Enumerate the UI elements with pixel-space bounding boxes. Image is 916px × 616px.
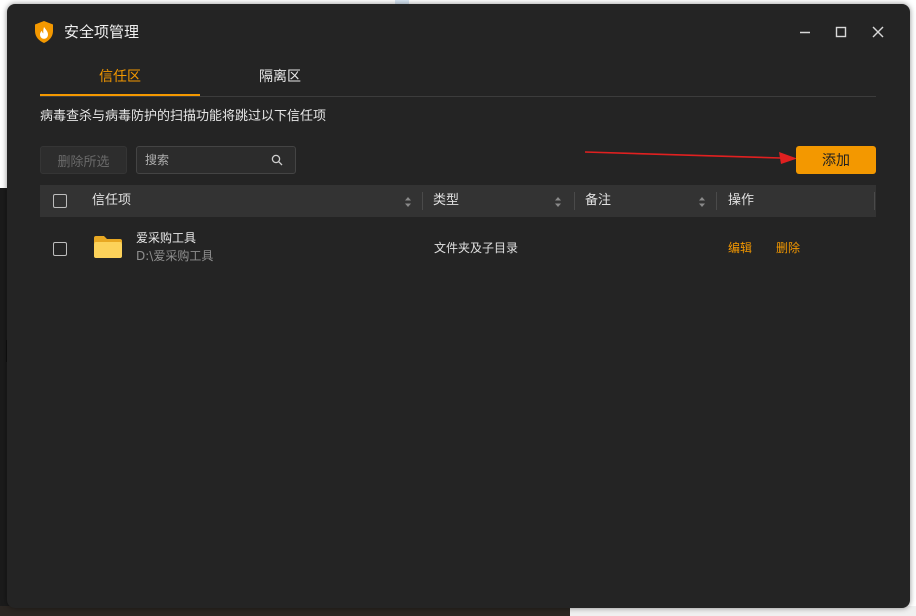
tab-bar: 信任区 隔离区 [40,60,876,97]
sort-icon[interactable] [554,196,562,208]
delete-link[interactable]: 删除 [776,240,800,256]
title-bar[interactable]: 安全项管理 [7,4,910,60]
tab-quarantine-zone[interactable]: 隔离区 [200,60,360,94]
table-header: 信任项 类型 备注 操作 [40,185,876,217]
shield-flame-logo-icon [35,21,53,43]
column-header-type[interactable]: 类型 [433,185,459,217]
close-icon[interactable] [866,20,890,44]
add-button[interactable]: 添加 [796,146,876,174]
folder-icon [94,236,122,258]
sort-icon[interactable] [404,196,412,208]
column-divider[interactable] [574,192,575,210]
column-divider[interactable] [422,192,423,210]
select-all-checkbox[interactable] [53,194,67,208]
tab-trust-zone[interactable]: 信任区 [40,60,200,96]
trust-zone-description: 病毒查杀与病毒防护的扫描功能将跳过以下信任项 [40,109,327,124]
trust-item-name: 爱采购工具 [136,231,197,245]
window-title: 安全项管理 [64,23,140,41]
column-divider[interactable] [874,192,875,210]
security-items-dialog: 安全项管理 信任区 隔离区 病毒查杀与病毒防护的扫描功能将跳过以下信任项 删除所… [7,4,910,608]
column-divider[interactable] [716,192,717,210]
minimize-icon[interactable] [793,20,817,44]
search-box [136,146,296,174]
edit-link[interactable]: 编辑 [728,240,752,256]
maximize-icon[interactable] [829,20,853,44]
row-checkbox[interactable] [53,242,67,256]
column-header-trust-item[interactable]: 信任项 [92,185,131,217]
annotation-arrow [585,151,797,164]
column-header-actions: 操作 [728,193,755,208]
delete-selected-button[interactable]: 删除所选 [40,146,127,174]
trust-item-type: 文件夹及子目录 [434,241,519,255]
sort-icon[interactable] [698,196,706,208]
trust-item-path: D:\爱采购工具 [136,249,214,263]
search-input[interactable] [145,149,267,171]
column-header-note[interactable]: 备注 [585,185,611,217]
search-icon[interactable] [271,154,283,166]
table-row[interactable]: 爱采购工具 D:\爱采购工具 文件夹及子目录 编辑 删除 [40,222,876,274]
